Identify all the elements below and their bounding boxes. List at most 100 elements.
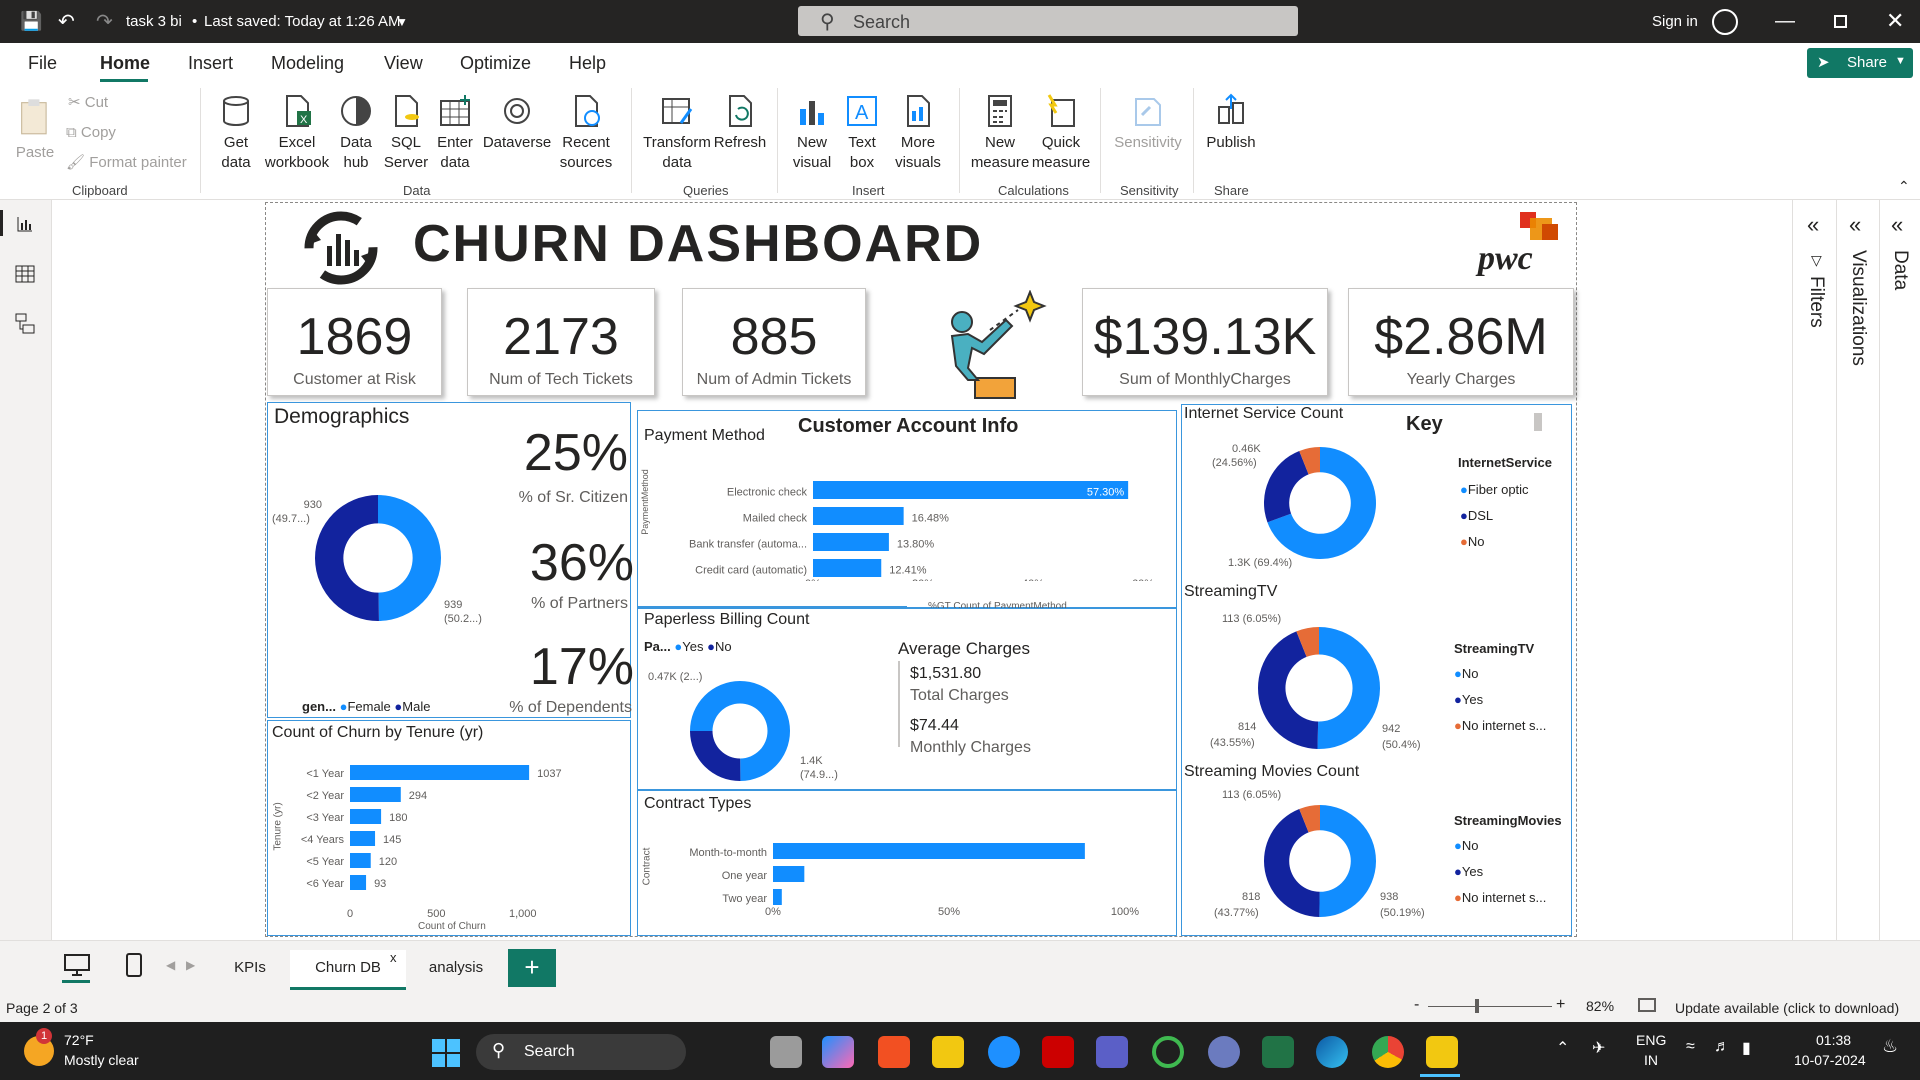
sign-in-link[interactable]: Sign in	[1652, 13, 1698, 30]
r-icon[interactable]	[1208, 1036, 1240, 1068]
legend-male[interactable]: Male	[402, 699, 430, 714]
chrome-icon[interactable]	[1372, 1036, 1404, 1068]
model-view-icon[interactable]	[15, 313, 35, 335]
menu-optimize[interactable]: Optimize	[460, 53, 531, 74]
table-view-icon[interactable]	[15, 265, 35, 283]
zoom-slider-thumb[interactable]	[1475, 999, 1479, 1013]
copilot-icon[interactable]	[822, 1036, 854, 1068]
bar[interactable]	[813, 559, 882, 577]
save-icon[interactable]: 💾	[20, 11, 42, 32]
fit-page-icon[interactable]	[1638, 998, 1656, 1012]
legend-no[interactable]: ●No	[1454, 661, 1546, 687]
legend-female[interactable]: Female	[347, 699, 390, 714]
donut-slice-0[interactable]	[378, 495, 442, 621]
restore-icon[interactable]	[1834, 15, 1847, 28]
network-off-icon[interactable]: ✈	[1592, 1038, 1605, 1058]
donut-slice-1[interactable]	[1264, 450, 1309, 523]
prev-page-icon[interactable]: ◀	[166, 958, 175, 972]
menu-view[interactable]: View	[384, 53, 423, 74]
windows-start-icon[interactable]	[432, 1039, 460, 1067]
language-primary[interactable]: ENG	[1636, 1032, 1666, 1048]
add-page-button[interactable]: +	[508, 949, 556, 987]
legend-no[interactable]: ●No	[1454, 833, 1546, 859]
dataverse-button[interactable]: Dataverse	[482, 93, 552, 153]
language-secondary[interactable]: IN	[1644, 1052, 1658, 1068]
bar[interactable]	[773, 843, 1085, 859]
copy-button[interactable]: ⧉ Copy	[66, 123, 116, 143]
tab-analysis[interactable]: analysis	[408, 950, 504, 990]
menu-home[interactable]: Home	[100, 53, 150, 74]
report-view-icon[interactable]	[16, 215, 34, 233]
menu-insert[interactable]: Insert	[188, 53, 233, 74]
transform-data-button[interactable]: Transform data	[643, 93, 711, 173]
close-tab-icon[interactable]: x	[390, 940, 397, 976]
get-help-icon[interactable]	[988, 1036, 1020, 1068]
desktop-layout-icon[interactable]	[64, 954, 90, 976]
cut-button[interactable]: ✂ Cut	[68, 93, 108, 113]
get-data-button[interactable]: Get data	[211, 93, 261, 173]
expand-visualizations-icon[interactable]: «	[1849, 212, 1861, 238]
search-input[interactable]: ⚲ Search	[798, 6, 1298, 36]
new-visual-button[interactable]: New visual	[787, 93, 837, 173]
data-hub-button[interactable]: Data hub	[334, 93, 378, 173]
wifi-icon[interactable]: ≈	[1686, 1038, 1695, 1056]
donut-slice-0[interactable]	[1319, 805, 1376, 917]
edge-icon[interactable]	[1316, 1036, 1348, 1068]
bar[interactable]	[350, 809, 382, 824]
mcafee-icon[interactable]	[1042, 1036, 1074, 1068]
menu-modeling[interactable]: Modeling	[271, 53, 344, 74]
tab-churn-db[interactable]: Churn DB x	[290, 950, 406, 990]
legend-no-internet[interactable]: ●No internet s...	[1454, 885, 1546, 911]
menu-file[interactable]: File	[28, 53, 57, 74]
zoom-slider[interactable]	[1428, 1006, 1552, 1007]
data-pane-tab[interactable]: Data	[1889, 250, 1911, 290]
chevron-up-icon[interactable]: ⌃	[1556, 1038, 1569, 1058]
task-view-icon[interactable]	[770, 1036, 802, 1068]
redo-icon[interactable]: ↷	[96, 9, 113, 34]
scrollbar[interactable]	[1534, 413, 1542, 431]
bar[interactable]	[350, 831, 376, 846]
excel-workbook-button[interactable]: X Excel workbook	[262, 93, 332, 173]
recent-sources-button[interactable]: Recent sources	[556, 93, 616, 173]
bar[interactable]	[813, 507, 904, 525]
publish-button[interactable]: Publish	[1203, 93, 1259, 153]
enter-data-button[interactable]: Enter data	[433, 93, 477, 173]
minimize-icon[interactable]: —	[1775, 10, 1795, 33]
paste-button[interactable]: Paste	[12, 93, 58, 163]
zoom-in-icon[interactable]: +	[1556, 996, 1565, 1014]
account-icon[interactable]	[1712, 9, 1738, 35]
legend-no[interactable]: ●No	[1460, 529, 1529, 555]
legend-yes[interactable]: ●Yes	[1454, 687, 1546, 713]
microsoft-store-icon[interactable]	[878, 1036, 910, 1068]
bar[interactable]	[773, 866, 805, 882]
expand-data-icon[interactable]: «	[1891, 212, 1903, 238]
share-button[interactable]: ➤ Share ▼	[1807, 48, 1913, 78]
bar[interactable]	[350, 853, 371, 868]
clock-date[interactable]: 10-07-2024	[1794, 1052, 1866, 1068]
undo-icon[interactable]: ↶	[58, 9, 75, 34]
donut-slice-0[interactable]	[1317, 627, 1380, 749]
expand-filters-icon[interactable]: «	[1807, 212, 1819, 238]
bar[interactable]	[350, 875, 367, 890]
teams-icon[interactable]	[1096, 1036, 1128, 1068]
mobile-layout-icon[interactable]	[126, 953, 142, 977]
next-page-icon[interactable]: ▶	[186, 958, 195, 972]
more-visuals-button[interactable]: More visuals	[887, 93, 949, 173]
clock-time[interactable]: 01:38	[1816, 1032, 1851, 1048]
last-saved[interactable]: Last saved: Today at 1:26 AM	[204, 13, 401, 30]
app-icon[interactable]	[1152, 1036, 1184, 1068]
legend-no[interactable]: No	[715, 639, 732, 654]
power-bi-icon[interactable]	[1426, 1036, 1458, 1068]
update-notice[interactable]: Update available (click to download)	[1675, 1000, 1899, 1016]
donut-slice-1[interactable]	[690, 731, 741, 781]
collapse-ribbon-icon[interactable]: ⌃	[1898, 178, 1910, 195]
quick-measure-button[interactable]: Quick measure	[1031, 93, 1091, 173]
bar[interactable]	[813, 533, 889, 551]
format-painter-button[interactable]: 🖌 Format painter	[66, 153, 187, 173]
bar[interactable]	[350, 787, 401, 802]
excel-taskbar-icon[interactable]	[1262, 1036, 1294, 1068]
text-box-button[interactable]: A Text box	[840, 93, 884, 173]
legend-no-internet[interactable]: ●No internet s...	[1454, 713, 1546, 739]
close-icon[interactable]: ✕	[1886, 8, 1904, 34]
bar[interactable]	[813, 481, 1129, 499]
